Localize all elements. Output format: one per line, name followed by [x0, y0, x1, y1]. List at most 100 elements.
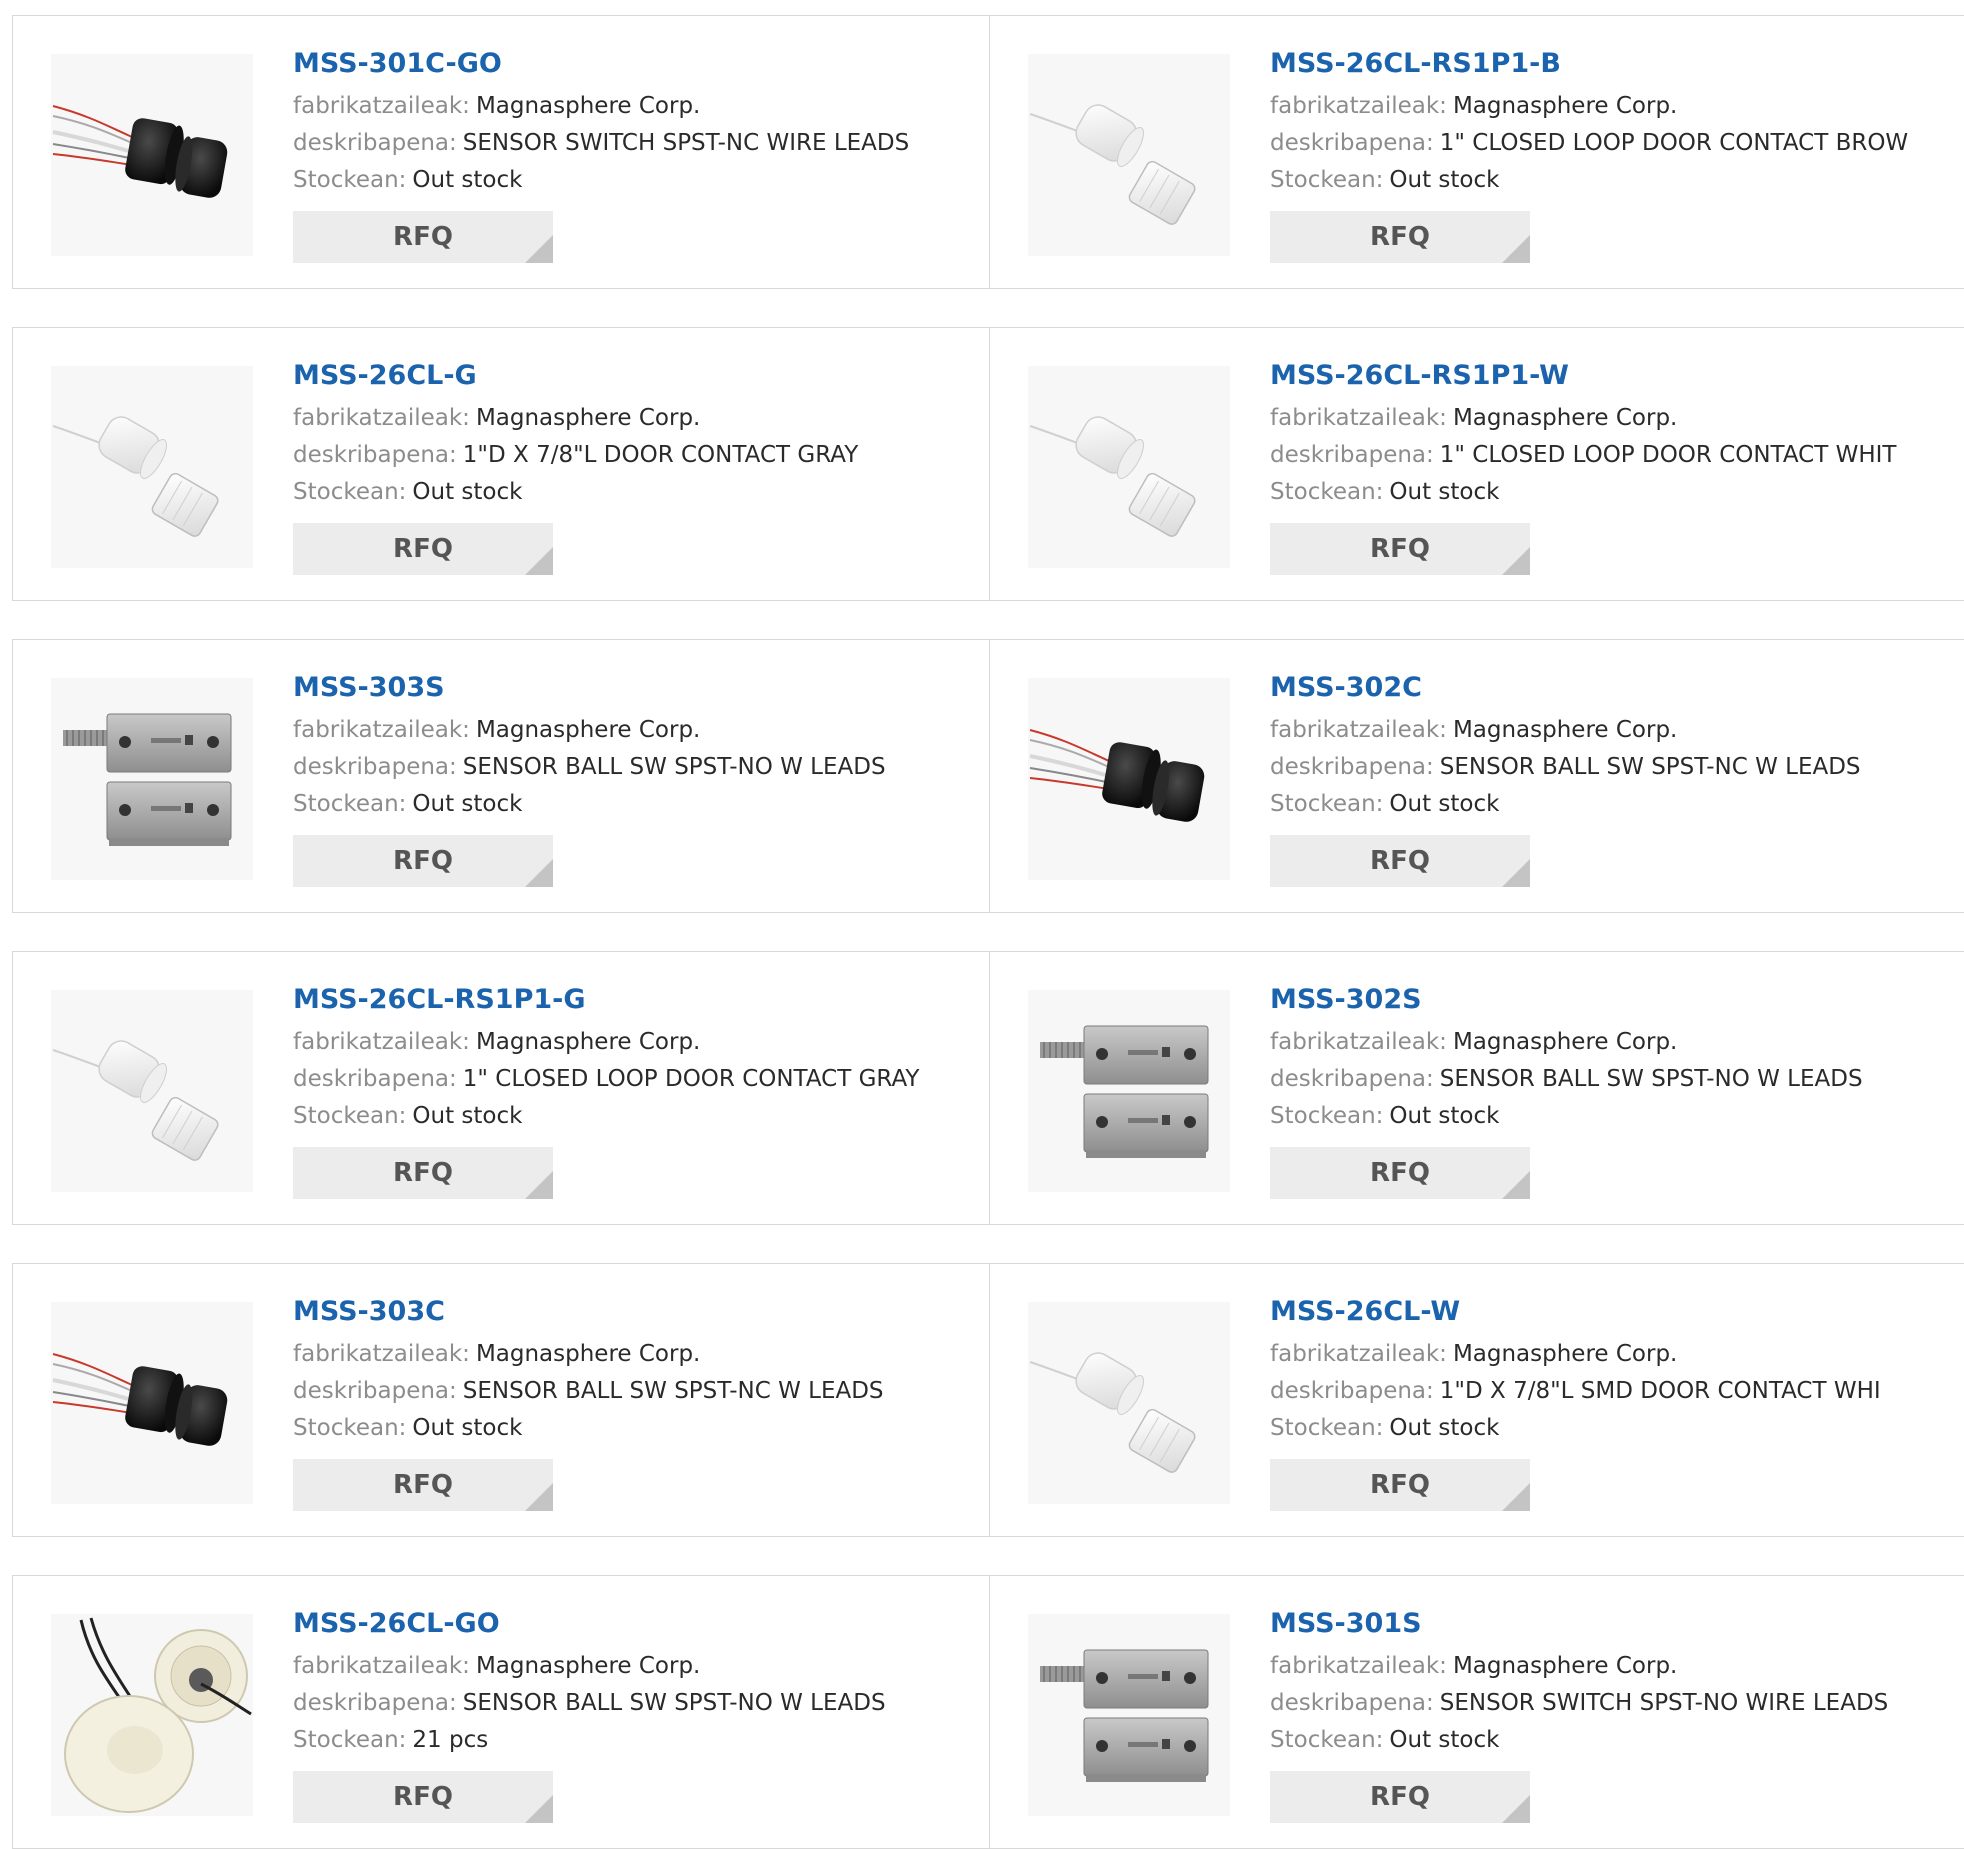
product-part-link[interactable]: MSS-303C [293, 1294, 884, 1330]
description-value: 1" CLOSED LOOP DOOR CONTACT BROW [1439, 130, 1909, 156]
manufacturer-value: Magnasphere Corp. [1452, 717, 1678, 743]
product-part-link[interactable]: MSS-26CL-RS1P1-G [293, 982, 919, 1018]
corner-triangle-icon [525, 859, 553, 887]
product-part-link[interactable]: MSS-26CL-G [293, 358, 858, 394]
stock-line: Stockean: Out stock [1270, 1098, 1863, 1135]
stock-label: Stockean: [293, 1103, 407, 1129]
product-part-link[interactable]: MSS-26CL-RS1P1-B [1270, 46, 1908, 82]
stock-label: Stockean: [293, 167, 407, 193]
product-row: MSS-26CL-RS1P1-G fabrikatzaileak: Magnasph… [12, 951, 1964, 1225]
product-image[interactable] [51, 990, 253, 1192]
product-part-link[interactable]: MSS-301S [1270, 1606, 1888, 1642]
stock-label: Stockean: [293, 1415, 407, 1441]
manufacturer-label: fabrikatzaileak: [1270, 93, 1447, 119]
description-line: deskribapena: 1"D X 7/8"L DOOR CONTACT GR… [293, 437, 858, 474]
product-image[interactable] [51, 366, 253, 568]
manufacturer-label: fabrikatzaileak: [293, 1653, 470, 1679]
rfq-label: RFQ [1370, 222, 1430, 252]
rfq-button[interactable]: RFQ [1270, 1147, 1530, 1199]
product-part-link[interactable]: MSS-302C [1270, 670, 1861, 706]
rfq-button[interactable]: RFQ [1270, 211, 1530, 263]
manufacturer-line: fabrikatzaileak: Magnasphere Corp. [1270, 1648, 1888, 1685]
product-info: MSS-303S fabrikatzaileak: Magnasphere Corp… [293, 670, 886, 887]
product-image[interactable] [1028, 366, 1230, 568]
product-part-link[interactable]: MSS-26CL-RS1P1-W [1270, 358, 1896, 394]
manufacturer-label: fabrikatzaileak: [1270, 1653, 1447, 1679]
stock-value: Out stock [412, 791, 523, 817]
white-door-contact-icon [51, 366, 253, 568]
rfq-button[interactable]: RFQ [293, 1459, 553, 1511]
manufacturer-value: Magnasphere Corp. [1452, 1029, 1678, 1055]
stock-value: Out stock [412, 167, 523, 193]
stock-line: Stockean: Out stock [1270, 1722, 1888, 1759]
rfq-label: RFQ [393, 1158, 453, 1188]
product-image[interactable] [1028, 1614, 1230, 1816]
metal-block-sensor-icon [1028, 1614, 1230, 1816]
description-value: SENSOR BALL SW SPST-NO W LEADS [462, 754, 886, 780]
description-label: deskribapena: [1270, 1690, 1434, 1716]
stock-label: Stockean: [1270, 791, 1384, 817]
description-line: deskribapena: 1" CLOSED LOOP DOOR CONTACT… [293, 1061, 919, 1098]
corner-triangle-icon [1502, 859, 1530, 887]
stock-value: Out stock [1389, 1415, 1500, 1441]
product-card: MSS-26CL-RS1P1-G fabrikatzaileak: Magnasph… [13, 952, 990, 1224]
description-label: deskribapena: [293, 1690, 457, 1716]
manufacturer-label: fabrikatzaileak: [1270, 717, 1447, 743]
manufacturer-label: fabrikatzaileak: [293, 405, 470, 431]
metal-block-sensor-icon [1028, 990, 1230, 1192]
product-image[interactable] [51, 1302, 253, 1504]
stock-line: Stockean: Out stock [293, 1098, 919, 1135]
product-image[interactable] [1028, 990, 1230, 1192]
product-image[interactable] [1028, 1302, 1230, 1504]
product-info: MSS-301S fabrikatzaileak: Magnasphere Corp… [1270, 1606, 1888, 1823]
product-part-link[interactable]: MSS-26CL-GO [293, 1606, 886, 1642]
cream-recessed-contact-icon [51, 1614, 253, 1816]
description-label: deskribapena: [293, 1066, 457, 1092]
description-label: deskribapena: [1270, 130, 1434, 156]
rfq-button[interactable]: RFQ [1270, 1459, 1530, 1511]
description-line: deskribapena: SENSOR BALL SW SPST-NO W LE… [1270, 1061, 1863, 1098]
product-image[interactable] [51, 678, 253, 880]
rfq-button[interactable]: RFQ [1270, 835, 1530, 887]
description-value: 1" CLOSED LOOP DOOR CONTACT GRAY [462, 1066, 920, 1092]
product-grid: MSS-301C-GO fabrikatzaileak: Magnasphere C… [0, 0, 1964, 1849]
product-part-link[interactable]: MSS-303S [293, 670, 886, 706]
product-card: MSS-301S fabrikatzaileak: Magnasphere Corp… [990, 1576, 1964, 1848]
manufacturer-line: fabrikatzaileak: Magnasphere Corp. [1270, 1024, 1863, 1061]
rfq-button[interactable]: RFQ [293, 1147, 553, 1199]
description-value: 1" CLOSED LOOP DOOR CONTACT WHIT [1439, 442, 1897, 468]
rfq-button[interactable]: RFQ [293, 211, 553, 263]
product-row: MSS-301C-GO fabrikatzaileak: Magnasphere C… [12, 15, 1964, 289]
black-round-sensor-icon [1028, 678, 1230, 880]
product-image[interactable] [51, 1614, 253, 1816]
product-info: MSS-26CL-G fabrikatzaileak: Magnasphere Co… [293, 358, 858, 575]
rfq-label: RFQ [1370, 1158, 1430, 1188]
description-value: 1"D X 7/8"L SMD DOOR CONTACT WHI [1439, 1378, 1881, 1404]
product-part-link[interactable]: MSS-301C-GO [293, 46, 909, 82]
product-card: MSS-26CL-G fabrikatzaileak: Magnasphere Co… [13, 328, 990, 600]
product-part-link[interactable]: MSS-302S [1270, 982, 1863, 1018]
stock-line: Stockean: Out stock [1270, 786, 1861, 823]
product-card: MSS-303C fabrikatzaileak: Magnasphere Corp… [13, 1264, 990, 1536]
stock-line: Stockean: Out stock [293, 474, 858, 511]
product-image[interactable] [51, 54, 253, 256]
product-card: MSS-26CL-RS1P1-W fabrikatzaileak: Magnasph… [990, 328, 1964, 600]
rfq-button[interactable]: RFQ [293, 1771, 553, 1823]
corner-triangle-icon [1502, 547, 1530, 575]
rfq-button[interactable]: RFQ [293, 835, 553, 887]
rfq-button[interactable]: RFQ [293, 523, 553, 575]
manufacturer-label: fabrikatzaileak: [293, 1341, 470, 1367]
rfq-button[interactable]: RFQ [1270, 523, 1530, 575]
corner-triangle-icon [1502, 1171, 1530, 1199]
product-part-link[interactable]: MSS-26CL-W [1270, 1294, 1881, 1330]
product-info: MSS-26CL-RS1P1-B fabrikatzaileak: Magnasph… [1270, 46, 1908, 263]
manufacturer-value: Magnasphere Corp. [475, 717, 701, 743]
corner-triangle-icon [525, 1171, 553, 1199]
product-image[interactable] [1028, 678, 1230, 880]
manufacturer-line: fabrikatzaileak: Magnasphere Corp. [293, 400, 858, 437]
stock-value: Out stock [1389, 1103, 1500, 1129]
description-value: SENSOR BALL SW SPST-NO W LEADS [462, 1690, 886, 1716]
rfq-button[interactable]: RFQ [1270, 1771, 1530, 1823]
stock-value: Out stock [412, 479, 523, 505]
product-image[interactable] [1028, 54, 1230, 256]
